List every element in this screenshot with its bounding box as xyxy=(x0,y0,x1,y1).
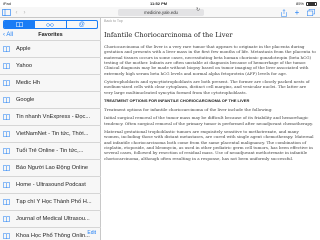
book-icon xyxy=(3,216,10,222)
browser-toolbar: ‹ › medicine.yale.edu ↻ + xyxy=(0,7,320,18)
favorite-label: Google xyxy=(16,97,35,103)
favorite-label: Tin nhanh VnExpress - Đọc... xyxy=(16,114,91,120)
book-icon xyxy=(15,22,23,27)
tab-bookmarks[interactable] xyxy=(4,21,35,28)
back-arrow-icon[interactable]: ‹ xyxy=(13,8,20,17)
tab-shared-links[interactable]: @ xyxy=(65,21,97,28)
book-icon xyxy=(3,233,10,239)
favorite-item[interactable]: Yahoo xyxy=(0,57,101,74)
article-content: Back to Top Infantile Choriocarcinoma of… xyxy=(101,18,320,240)
address-bar[interactable]: medicine.yale.edu xyxy=(118,9,204,16)
favorite-label: Tuổi Trẻ Online - Tin tức,... xyxy=(16,148,84,154)
paragraph: Maternal gestational trophoblastic tumor… xyxy=(104,128,314,161)
book-icon xyxy=(3,199,10,205)
book-icon xyxy=(3,80,10,86)
sidebar-toggle-icon[interactable] xyxy=(2,8,11,17)
book-icon xyxy=(3,165,10,171)
paragraph: Treatment options for infantile chorioca… xyxy=(104,107,273,113)
favorite-label: Apple xyxy=(16,46,31,52)
paragraph: Choriocarcinoma of the liver is a very r… xyxy=(104,44,316,76)
sidebar-segmented-control: @ xyxy=(3,20,98,29)
at-sign-icon: @ xyxy=(78,21,85,28)
article-body: Choriocarcinoma of the liver is a very r… xyxy=(104,44,316,164)
favorite-item[interactable]: Tuổi Trẻ Online - Tin tức,... xyxy=(0,142,101,159)
forward-arrow-icon[interactable]: › xyxy=(21,8,28,17)
favorite-label: Báo Người Lao Động Online xyxy=(16,165,89,171)
book-icon xyxy=(3,114,10,120)
book-icon xyxy=(3,148,10,154)
tab-reading-list[interactable] xyxy=(34,21,65,28)
favorite-item[interactable]: Journal of Medical Ultrasou... xyxy=(0,210,101,227)
bookmarks-sidebar: @ ‹ All Favorites Apple Yahoo Medic Hh Goog… xyxy=(0,18,101,240)
favorite-label: Yahoo xyxy=(16,63,33,69)
favorite-item[interactable]: Apple xyxy=(0,40,101,57)
new-tab-icon[interactable]: + xyxy=(293,8,301,17)
book-icon xyxy=(3,46,10,52)
glasses-icon xyxy=(46,22,55,27)
clock: 11:52 PM xyxy=(150,1,168,6)
share-icon[interactable] xyxy=(280,8,288,17)
favorite-label: Medic Hh xyxy=(16,80,41,86)
paragraph: Cytotrophoblasts and syncytiotrophoblast… xyxy=(104,78,310,95)
favorite-item[interactable]: Khoa Học Phổ Thông Onlin... xyxy=(0,227,101,240)
book-icon xyxy=(3,63,10,69)
article-title: Infantile Choriocarcinoma of the Liver xyxy=(104,31,233,39)
book-icon xyxy=(3,97,10,103)
favorite-label: Home - Ultrasound Podcast xyxy=(16,182,86,188)
favorite-label: Tạp chí Y Học Thành Phố H... xyxy=(16,199,92,205)
favorite-item[interactable]: VietNamNet - Tin tức, Thời... xyxy=(0,125,101,142)
status-bar: iPad 11:52 PM 85% xyxy=(0,0,320,7)
favorite-item[interactable]: Google xyxy=(0,91,101,108)
favorite-label: Journal of Medical Ultrasou... xyxy=(16,216,90,222)
book-icon xyxy=(3,131,10,137)
book-icon xyxy=(3,182,10,188)
battery-percent: 85% xyxy=(295,1,304,6)
edit-button[interactable]: Edit xyxy=(87,230,96,236)
reload-icon[interactable]: ↻ xyxy=(196,7,200,14)
url-text: medicine.yale.edu xyxy=(144,10,178,15)
back-to-top-link[interactable]: Back to Top xyxy=(104,19,123,23)
section-heading: TREATMENT OPTIONS FOR INFANTILE CHORIOCA… xyxy=(104,97,250,103)
sidebar-title: Favorites xyxy=(38,32,63,38)
paragraph: Initial surgical removal of the tumor ma… xyxy=(104,115,313,126)
favorite-item[interactable]: Tạp chí Y Học Thành Phố H... xyxy=(0,193,101,210)
favorite-item[interactable]: Báo Người Lao Động Online xyxy=(0,159,101,176)
carrier-label: iPad xyxy=(3,1,12,6)
favorite-item[interactable]: Tin nhanh VnExpress - Đọc... xyxy=(0,108,101,125)
favorite-label: VietNamNet - Tin tức, Thời... xyxy=(16,131,89,137)
favorite-item[interactable]: Medic Hh xyxy=(0,74,101,91)
battery-icon xyxy=(306,1,317,6)
tabs-overview-icon[interactable] xyxy=(306,8,315,17)
favorite-item[interactable]: Home - Ultrasound Podcast xyxy=(0,176,101,193)
